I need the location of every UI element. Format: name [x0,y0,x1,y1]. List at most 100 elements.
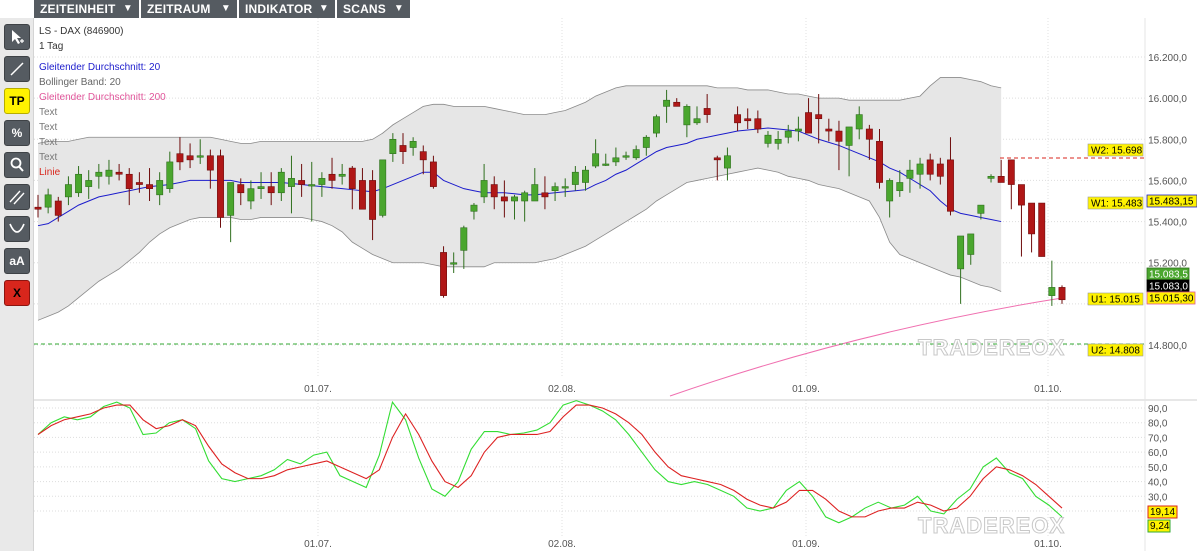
candle-body [622,155,630,158]
axis-value-label: 15.083,5 [1149,270,1188,281]
candle-body [237,184,245,194]
legend-text-1[interactable]: Text [39,105,166,120]
candle-body [1018,184,1025,206]
candle-body [328,173,336,181]
candle-body [693,118,701,124]
candle-body [490,184,498,198]
candle-body [521,192,529,202]
candle-body [500,196,508,202]
date-tick-label: 01.10. [1034,384,1062,395]
candle-body [926,159,934,175]
candle-body [744,118,752,122]
candle-body [906,169,914,179]
candle-body [754,118,762,130]
candle-body [1058,287,1066,301]
candle-body [815,114,823,120]
candle-body [592,153,600,167]
candle-body [470,204,478,212]
stoch-d-value: 19,14 [1150,507,1175,518]
traderfox-watermark: TRADEREOX [918,335,1065,360]
date-tick-label: 01.07. [304,384,332,395]
candle-body [348,167,356,189]
candle-body [1038,202,1046,257]
candle-body [338,173,346,177]
price-tick-label: 16.200,0 [1148,53,1187,64]
candle-body [977,204,985,214]
legend-text-3[interactable]: Text [39,135,166,150]
candle-body [369,180,377,220]
price-tag-label: W1: 15.483 [1091,199,1143,210]
candle-body [186,155,194,161]
price-tick-label: 16.000,0 [1148,94,1187,105]
price-tag-label: W2: 15.698 [1091,146,1143,157]
candle-body [298,180,306,185]
candle-body [460,227,468,251]
candle-body [845,126,853,146]
legend-line[interactable]: Linie [39,165,166,180]
candle-body [723,155,731,169]
axis-value-label: 15.015,30 [1149,294,1194,305]
instrument-name: LS - DAX (846900) [39,26,124,37]
candle-body [865,128,873,140]
candle-body [288,178,295,187]
candle-body [1028,202,1036,235]
candle-body [146,184,153,189]
candle-body [734,114,742,124]
stoch-tick-label: 60,0 [1148,448,1168,459]
candle-body [34,206,42,210]
candle-body [409,141,417,148]
candle-body [541,192,549,198]
axis-value-label: 15.083,0 [1149,282,1188,293]
candle-body [247,188,255,202]
candle-body [135,182,143,185]
stoch-tick-label: 50,0 [1148,463,1168,474]
price-tick-label: 15.800,0 [1148,135,1187,146]
price-tick-label: 15.600,0 [1148,176,1187,187]
legend-bollinger[interactable]: Bollinger Band: 20 [39,75,166,90]
stoch-k-value: 9,24 [1150,521,1170,532]
candle-body [967,233,975,255]
candle-body [916,163,924,175]
candle-body [632,149,640,159]
chart-application: ZEITEINHEIT ▼ ZEITRAUM ▼ INDIKATOR ▼ SCA… [0,0,1197,551]
stoch-tick-label: 40,0 [1148,478,1168,489]
candle-body [267,186,275,194]
date-tick-label: 01.07. [304,539,332,550]
candle-body [653,116,660,134]
candle-body [318,178,326,185]
candle-body [886,180,894,202]
candle-body [358,180,366,210]
candle-body [85,180,93,187]
candle-body [1007,159,1015,185]
price-tag-label: U1: 15.015 [1091,295,1140,306]
price-tag-label: U2: 14.808 [1091,346,1140,357]
candle-body [156,180,164,196]
price-chart[interactable]: 16.200,0 16.000,0 15.800,0 15.600,0 15.400,0… [0,0,1197,551]
legend-ma20[interactable]: Gleitender Durchschnitt: 20 [39,60,166,75]
legend-ma200[interactable]: Gleitender Durchschnitt: 200 [39,90,166,105]
candle-body [176,153,184,163]
date-tick-label: 01.10. [1034,539,1062,550]
candle-body [166,161,174,189]
legend-text-4[interactable]: Text [39,150,166,165]
candle-body [440,252,447,296]
legend-text-2[interactable]: Text [39,120,166,135]
candle-body [825,128,833,132]
price-tick-label: 14.800,0 [1148,341,1187,352]
candle-body [835,130,843,142]
candle-body [896,182,904,192]
candle-body [196,155,204,158]
candle-body [764,134,772,144]
candle-body [480,180,488,198]
candle-body [551,186,559,192]
date-tick-label: 02.08. [548,539,576,550]
candle-body [957,235,965,270]
candle-body [784,130,792,138]
candle-body [399,145,407,152]
candle-body [997,176,1005,183]
candle-body [663,99,671,107]
candle-body [876,141,883,183]
candle-body [612,157,620,163]
candle-body [450,262,458,265]
candle-body [774,138,782,144]
